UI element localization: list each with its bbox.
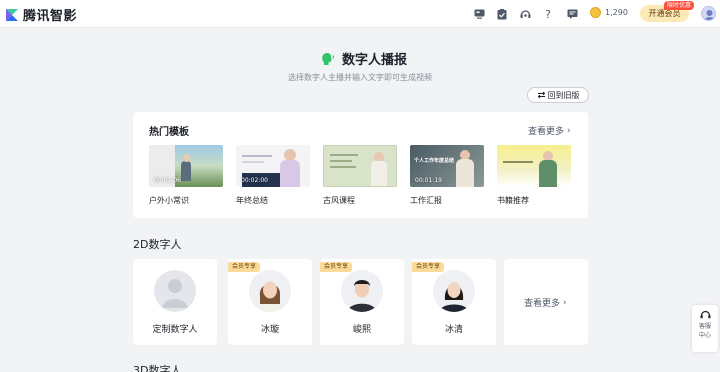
digital-human-name: 冰璇 xyxy=(260,325,279,335)
monitor-icon[interactable] xyxy=(473,8,485,20)
customer-service-line-1: 客服 xyxy=(698,323,711,330)
template-thumbnail xyxy=(497,145,571,187)
template-label: 书籍推荐 xyxy=(497,196,529,205)
placeholder-person-icon xyxy=(154,270,196,312)
template-label: 年终总结 xyxy=(236,196,268,205)
hot-templates-heading: 热门模板 xyxy=(149,127,189,138)
digital-human-see-more-card[interactable]: 查看更多 › xyxy=(504,259,588,345)
chevron-right-icon: › xyxy=(567,125,571,136)
templates-see-more-link[interactable]: 查看更多 › xyxy=(528,124,571,138)
hot-templates-card: 热门模板 查看更多 › 00:01:06 户外小常识 00:02:00 年终总结 xyxy=(133,112,588,218)
template-label: 古风课程 xyxy=(323,196,355,205)
help-icon[interactable]: ? xyxy=(542,8,554,21)
app-logo[interactable]: 腾讯智影 xyxy=(5,5,77,24)
member-badge: 会员专享 xyxy=(320,262,353,272)
customer-service-button[interactable]: 客服 中心 xyxy=(692,305,718,352)
template-item[interactable]: 书籍推荐 xyxy=(497,145,571,206)
avatar xyxy=(433,270,475,312)
back-to-old-version-label: 回到旧版 xyxy=(547,90,580,100)
logo-icon xyxy=(6,8,18,21)
template-thumbnail xyxy=(323,145,397,187)
user-avatar[interactable] xyxy=(701,6,716,21)
customer-service-label: 客服 中心 xyxy=(699,322,711,340)
page-subtitle: 选择数字人主播并输入文字即可生成视频 xyxy=(288,73,432,82)
digital-human-card[interactable]: 会员专享 峻熙 xyxy=(320,259,404,345)
message-icon[interactable] xyxy=(566,8,578,20)
template-label: 户外小常识 xyxy=(149,196,189,205)
customer-service-line-2: 中心 xyxy=(698,332,711,339)
coin-balance[interactable]: 1,290 xyxy=(590,7,628,18)
templates-see-more-label: 查看更多 xyxy=(528,127,565,137)
template-thumbnail: 个人工作年度总结 00:01:19 xyxy=(410,145,484,187)
speaking-head-icon xyxy=(322,52,335,65)
vip-promo-tag: 限时优惠 xyxy=(664,1,695,10)
page-title: 数字人播报 xyxy=(320,49,407,68)
headset-icon[interactable] xyxy=(519,8,531,20)
digital-human-card[interactable]: 会员专享 冰璇 xyxy=(228,259,312,345)
section-2d-title: 2D数字人 xyxy=(133,238,182,251)
coin-value: 1,290 xyxy=(605,8,628,17)
swap-icon xyxy=(537,91,545,99)
member-badge: 会员专享 xyxy=(228,262,261,272)
section-3d-title: 3D数字人 xyxy=(133,364,182,372)
digital-human-name: 定制数字人 xyxy=(152,325,198,335)
headset-icon xyxy=(700,310,710,319)
digital-human-name: 冰清 xyxy=(444,325,463,335)
digital-human-card[interactable]: 会员专享 冰清 xyxy=(412,259,496,345)
template-item[interactable]: 00:01:06 户外小常识 xyxy=(149,145,223,206)
avatar xyxy=(341,270,383,312)
template-thumbnail: 00:02:00 xyxy=(236,145,310,187)
coin-icon xyxy=(590,7,601,18)
logo-text: 腾讯智影 xyxy=(23,9,78,24)
template-duration: 00:01:06 xyxy=(154,177,181,184)
avatar xyxy=(249,270,291,312)
template-overlay-text: 个人工作年度总结 xyxy=(414,158,455,164)
template-item[interactable]: 个人工作年度总结 00:01:19 工作汇报 xyxy=(410,145,484,206)
back-to-old-version-button[interactable]: 回到旧版 xyxy=(527,87,589,103)
clipboard-check-icon[interactable] xyxy=(496,8,508,20)
top-bar: 腾讯智影 ? 1,290 开通会员 限时优惠 xyxy=(0,0,720,28)
template-item[interactable]: 古风课程 xyxy=(323,145,397,206)
digital-human-name: 峻熙 xyxy=(352,325,371,335)
custom-digital-human-card[interactable]: 定制数字人 xyxy=(133,259,217,345)
chevron-right-icon: › xyxy=(563,297,567,308)
template-thumbnail: 00:01:06 xyxy=(149,145,223,187)
member-badge: 会员专享 xyxy=(412,262,445,272)
template-duration: 00:01:19 xyxy=(415,177,442,184)
digital-human-see-more-label: 查看更多 xyxy=(524,299,561,309)
template-duration: 00:02:00 xyxy=(241,177,268,184)
digital-human-see-more-link[interactable]: 查看更多 › xyxy=(524,296,567,310)
page-title-text: 数字人播报 xyxy=(342,53,408,68)
template-label: 工作汇报 xyxy=(410,196,442,205)
template-item[interactable]: 00:02:00 年终总结 xyxy=(236,145,310,206)
